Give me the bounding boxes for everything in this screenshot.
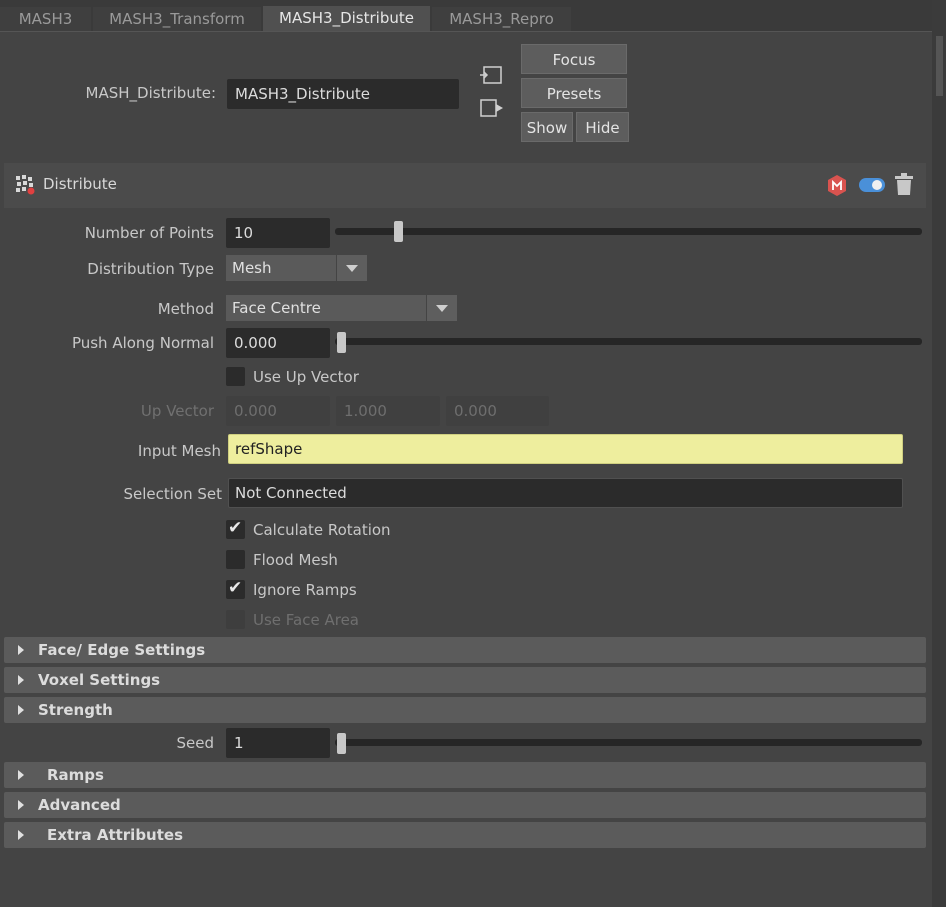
- push-along-normal-slider[interactable]: [335, 338, 922, 345]
- node-name-field[interactable]: MASH3_Distribute: [227, 79, 459, 109]
- scrollbar[interactable]: [932, 0, 946, 907]
- tab-bar: MASH3 MASH3_Transform MASH3_Distribute M…: [0, 0, 932, 32]
- section-title: Extra Attributes: [47, 826, 184, 844]
- up-vector-label: Up Vector: [140, 402, 214, 420]
- ignore-ramps-label: Ignore Ramps: [253, 581, 357, 599]
- seed-slider[interactable]: [335, 739, 922, 746]
- method-dropdown[interactable]: Face Centre: [226, 295, 457, 321]
- tab-mash3[interactable]: MASH3: [0, 7, 91, 32]
- flood-mesh-label: Flood Mesh: [253, 551, 338, 569]
- tab-divider: [0, 31, 932, 32]
- use-up-vector-label: Use Up Vector: [253, 368, 359, 386]
- input-mesh-field[interactable]: refShape: [228, 434, 903, 464]
- chevron-right-icon: [18, 675, 24, 685]
- chevron-right-icon: [18, 770, 24, 780]
- up-vector-x-field[interactable]: 0.000: [226, 396, 330, 426]
- section-face-edge-settings[interactable]: Face/ Edge Settings: [4, 637, 926, 663]
- tab-mash3-transform[interactable]: MASH3_Transform: [93, 7, 261, 32]
- number-of-points-label: Number of Points: [84, 224, 214, 242]
- seed-field[interactable]: 1: [226, 728, 330, 758]
- section-voxel-settings[interactable]: Voxel Settings: [4, 667, 926, 693]
- selection-set-label: Selection Set: [123, 485, 222, 503]
- distribute-title: Distribute: [43, 175, 117, 193]
- input-connection-icon[interactable]: [478, 64, 504, 86]
- use-face-area-checkbox[interactable]: [226, 610, 245, 629]
- method-value: Face Centre: [232, 299, 321, 317]
- check-icon: ✔: [228, 578, 243, 598]
- chevron-down-icon: [336, 255, 367, 281]
- hide-button[interactable]: Hide: [576, 112, 629, 142]
- distribute-header: Distribute: [4, 163, 926, 208]
- section-title: Voxel Settings: [38, 671, 161, 689]
- section-strength[interactable]: Strength: [4, 697, 926, 723]
- distribution-type-label: Distribution Type: [87, 260, 214, 278]
- use-up-vector-checkbox[interactable]: [226, 367, 245, 386]
- use-face-area-label: Use Face Area: [253, 611, 359, 629]
- check-icon: ✔: [228, 518, 243, 538]
- focus-button[interactable]: Focus: [521, 44, 627, 74]
- calculate-rotation-label: Calculate Rotation: [253, 521, 391, 539]
- number-of-points-slider[interactable]: [335, 228, 922, 235]
- distribute-icon: [16, 175, 35, 195]
- calculate-rotation-checkbox[interactable]: ✔: [226, 518, 245, 539]
- presets-button[interactable]: Presets: [521, 78, 627, 108]
- toggle-icon[interactable]: [858, 176, 886, 194]
- chevron-right-icon: [18, 800, 24, 810]
- input-mesh-label: Input Mesh: [137, 442, 221, 460]
- output-connection-icon[interactable]: [478, 97, 506, 121]
- node-icon[interactable]: [826, 174, 848, 198]
- show-button[interactable]: Show: [521, 112, 573, 142]
- section-title: Advanced: [38, 796, 121, 814]
- tab-mash3-repro[interactable]: MASH3_Repro: [432, 7, 571, 32]
- method-label: Method: [157, 300, 214, 318]
- seed-label: Seed: [176, 734, 215, 752]
- section-ramps[interactable]: Ramps: [4, 762, 926, 788]
- chevron-right-icon: [18, 645, 24, 655]
- push-along-normal-slider-handle[interactable]: [337, 332, 346, 353]
- chevron-down-icon: [426, 295, 457, 321]
- number-of-points-field[interactable]: 10: [226, 218, 330, 248]
- number-of-points-slider-handle[interactable]: [394, 221, 403, 242]
- ignore-ramps-checkbox[interactable]: ✔: [226, 578, 245, 599]
- tab-mash3-distribute[interactable]: MASH3_Distribute: [263, 6, 430, 32]
- section-extra-attributes[interactable]: Extra Attributes: [4, 822, 926, 848]
- chevron-right-icon: [18, 830, 24, 840]
- section-title: Face/ Edge Settings: [38, 641, 206, 659]
- selection-set-field[interactable]: Not Connected: [228, 478, 903, 508]
- node-label: MASH_Distribute:: [85, 84, 216, 102]
- seed-slider-handle[interactable]: [337, 733, 346, 754]
- distribution-type-dropdown[interactable]: Mesh: [226, 255, 367, 281]
- section-advanced[interactable]: Advanced: [4, 792, 926, 818]
- section-title: Ramps: [47, 766, 104, 784]
- push-along-normal-label: Push Along Normal: [71, 334, 214, 352]
- trash-icon[interactable]: [894, 173, 914, 197]
- push-along-normal-field[interactable]: 0.000: [226, 328, 330, 358]
- distribution-type-value: Mesh: [232, 259, 272, 277]
- flood-mesh-checkbox[interactable]: [226, 550, 245, 569]
- up-vector-z-field[interactable]: 0.000: [446, 396, 549, 426]
- chevron-right-icon: [18, 705, 24, 715]
- up-vector-y-field[interactable]: 1.000: [336, 396, 440, 426]
- section-title: Strength: [38, 701, 113, 719]
